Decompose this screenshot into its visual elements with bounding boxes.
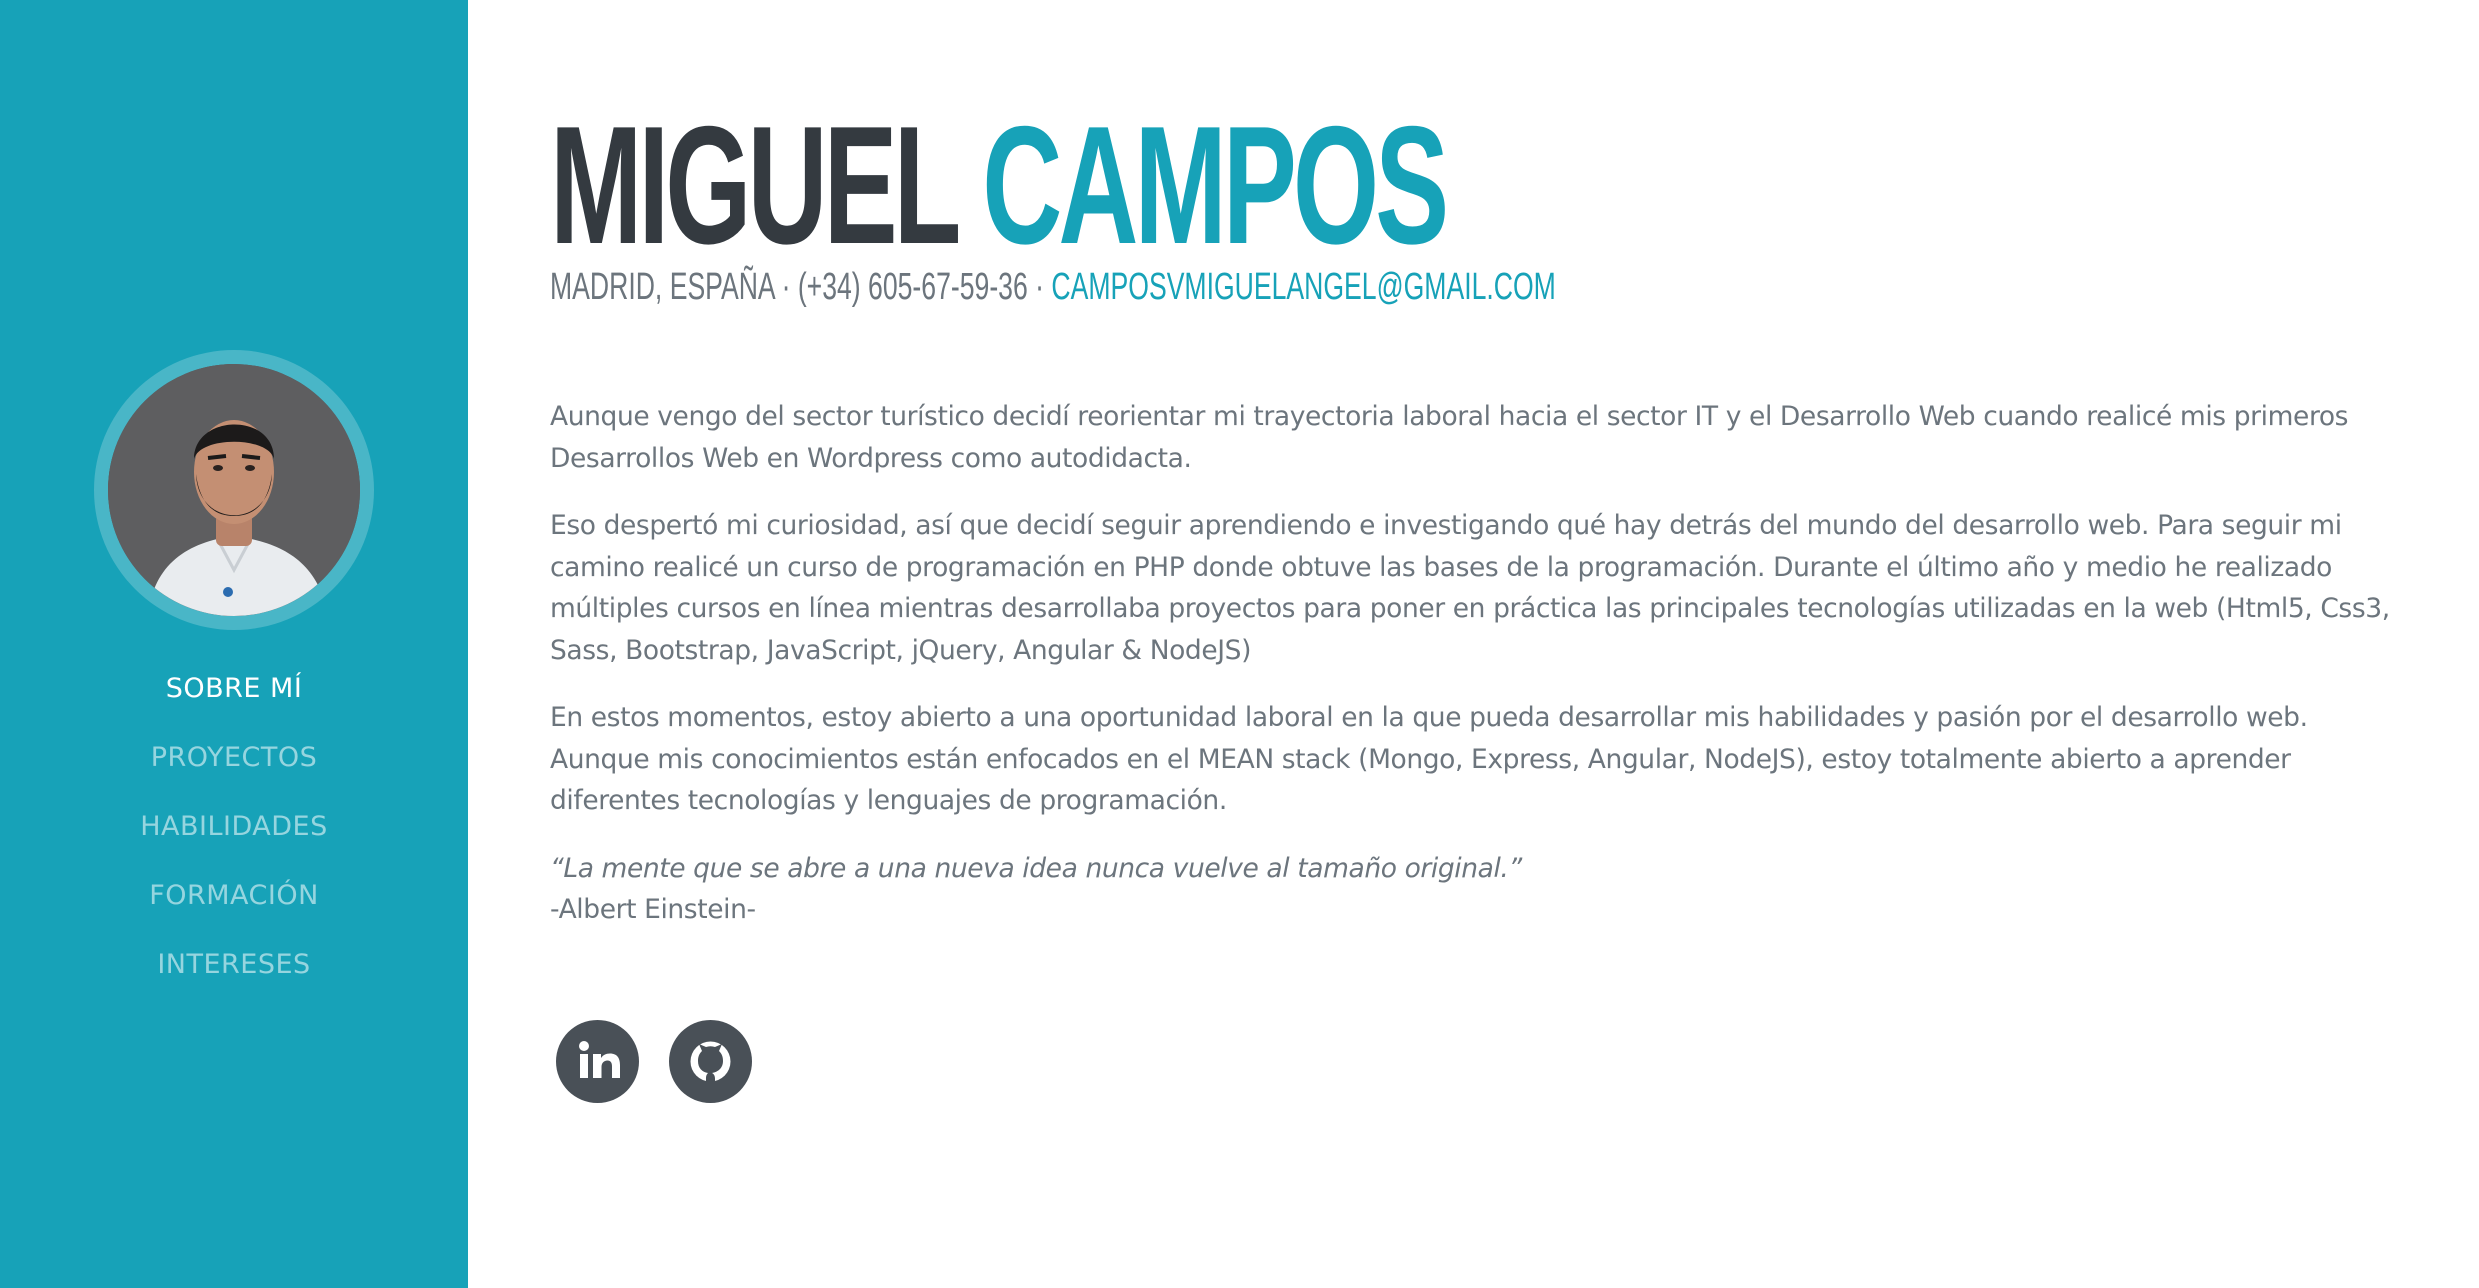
nav-item-habilidades[interactable]: HABILIDADES	[0, 802, 468, 871]
quote-block: “La mente que se abre a una nueva idea n…	[550, 848, 2410, 931]
quote-author: -Albert Einstein-	[550, 894, 756, 925]
github-button[interactable]	[669, 1020, 752, 1103]
about-paragraph-2: Eso despertó mi curiosidad, así que deci…	[550, 510, 2390, 666]
profile-photo-frame	[94, 350, 374, 630]
linkedin-icon	[579, 1041, 620, 1078]
nav-item-intereses[interactable]: INTERESES	[0, 940, 468, 1009]
email-link[interactable]: CAMPOSVMIGUELANGEL@GMAIL.COM	[1051, 266, 1555, 308]
sidebar-nav: SOBRE MÍ PROYECTOS HABILIDADES FORMACIÓN…	[0, 664, 468, 1009]
avatar	[108, 364, 360, 616]
main-content: MIGUEL CAMPOS MADRID, ESPAÑA · (+34) 605…	[550, 100, 2410, 1103]
about-paragraph-1: Aunque vengo del sector turístico decidí…	[550, 401, 2349, 474]
github-icon	[690, 1041, 731, 1083]
nav-item-sobre-mi[interactable]: SOBRE MÍ	[0, 664, 468, 733]
last-name: CAMPOS	[982, 91, 1449, 279]
location-phone: MADRID, ESPAÑA · (+34) 605-67-59-36 ·	[550, 266, 1052, 308]
linkedin-button[interactable]	[556, 1020, 639, 1103]
page-title: MIGUEL CAMPOS	[550, 100, 1778, 270]
nav-item-formacion[interactable]: FORMACIÓN	[0, 871, 468, 940]
quote-text: “La mente que se abre a una nueva idea n…	[550, 852, 1522, 884]
about-paragraph-3: En estos momentos, estoy abierto a una o…	[550, 702, 2308, 816]
sidebar: SOBRE MÍ PROYECTOS HABILIDADES FORMACIÓN…	[0, 0, 468, 1288]
first-name: MIGUEL	[550, 91, 959, 279]
nav-item-proyectos[interactable]: PROYECTOS	[0, 733, 468, 802]
contact-info: MADRID, ESPAÑA · (+34) 605-67-59-36 · CA…	[550, 265, 1556, 309]
about-section: Aunque vengo del sector turístico decidí…	[550, 396, 2410, 957]
social-links	[556, 1020, 752, 1103]
